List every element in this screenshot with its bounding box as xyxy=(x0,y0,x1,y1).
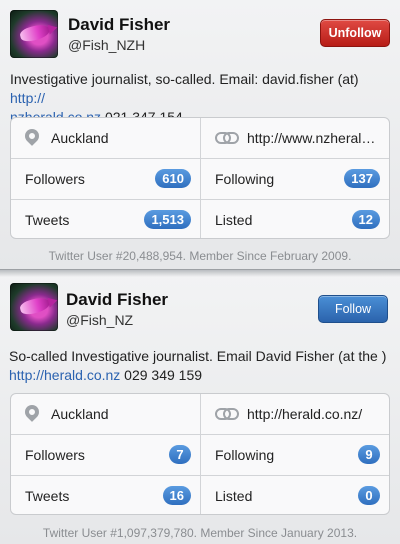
profile-stats: Auckland http://www.nzherald.co... Follo… xyxy=(10,117,390,239)
url-cell[interactable]: http://www.nzherald.co... xyxy=(200,118,389,158)
avatar[interactable] xyxy=(10,283,58,331)
bio-text: Investigative journalist, so-called. Ema… xyxy=(10,71,359,87)
url-link[interactable]: http://herald.co.nz/ xyxy=(247,406,383,422)
followers-count-badge: 610 xyxy=(155,169,191,188)
link-icon xyxy=(215,132,239,144)
follow-button[interactable]: Follow xyxy=(318,295,388,323)
url-link[interactable]: http://www.nzherald.co... xyxy=(247,130,383,146)
following-cell[interactable]: Following 137 xyxy=(200,159,389,199)
profile-stats: Auckland http://herald.co.nz/ Followers … xyxy=(10,393,390,515)
followers-cell[interactable]: Followers 610 xyxy=(11,159,201,199)
following-count-badge: 9 xyxy=(358,445,380,464)
listed-label: Listed xyxy=(215,212,253,228)
profile-card-2: David Fisher @Fish_NZ Follow So-called I… xyxy=(0,270,400,544)
url-cell[interactable]: http://herald.co.nz/ xyxy=(200,394,389,434)
bio-phone: 029 349 159 xyxy=(120,367,203,383)
followers-label: Followers xyxy=(25,447,85,463)
followers-count-badge: 7 xyxy=(169,445,191,464)
listed-count-badge: 0 xyxy=(358,486,380,505)
bio-text: So-called Investigative journalist. Emai… xyxy=(9,348,387,364)
profile-bio: So-called Investigative journalist. Emai… xyxy=(9,347,391,385)
location-label: Auckland xyxy=(51,406,109,422)
fish-image xyxy=(18,22,52,44)
profile-name: David Fisher xyxy=(66,290,169,309)
followers-label: Followers xyxy=(25,171,85,187)
map-pin-icon xyxy=(22,402,42,422)
profile-card-1: David Fisher @Fish_NZH Unfollow Investig… xyxy=(0,0,400,270)
tweets-cell[interactable]: Tweets 16 xyxy=(11,476,201,514)
map-pin-icon xyxy=(22,126,42,146)
member-info: Twitter User #20,488,954. Member Since F… xyxy=(48,249,352,263)
tweets-label: Tweets xyxy=(25,212,70,228)
following-label: Following xyxy=(215,171,275,187)
profile-name: David Fisher xyxy=(68,15,171,34)
tweets-label: Tweets xyxy=(25,488,70,504)
followers-cell[interactable]: Followers 7 xyxy=(11,435,201,475)
listed-count-badge: 12 xyxy=(351,210,380,229)
profile-handle: @Fish_NZH xyxy=(68,37,146,53)
location-cell: Auckland xyxy=(11,118,201,158)
profile-handle: @Fish_NZ xyxy=(66,312,134,328)
avatar[interactable] xyxy=(10,10,58,58)
bio-link[interactable]: http://herald.co.nz xyxy=(9,367,120,383)
tweets-cell[interactable]: Tweets 1,513 xyxy=(11,200,201,238)
unfollow-button[interactable]: Unfollow xyxy=(320,19,390,47)
tweets-count-badge: 1,513 xyxy=(144,210,191,229)
tweets-count-badge: 16 xyxy=(162,486,191,505)
fish-image xyxy=(18,295,52,317)
following-cell[interactable]: Following 9 xyxy=(200,435,389,475)
listed-label: Listed xyxy=(215,488,253,504)
location-label: Auckland xyxy=(51,130,109,146)
location-cell: Auckland xyxy=(11,394,201,434)
member-info: Twitter User #1,097,379,780. Member Sinc… xyxy=(42,526,358,540)
bio-link[interactable]: http:// xyxy=(10,90,45,106)
link-icon xyxy=(215,408,239,420)
following-label: Following xyxy=(215,447,275,463)
listed-cell[interactable]: Listed 0 xyxy=(200,476,389,514)
following-count-badge: 137 xyxy=(344,169,380,188)
listed-cell[interactable]: Listed 12 xyxy=(200,200,389,238)
